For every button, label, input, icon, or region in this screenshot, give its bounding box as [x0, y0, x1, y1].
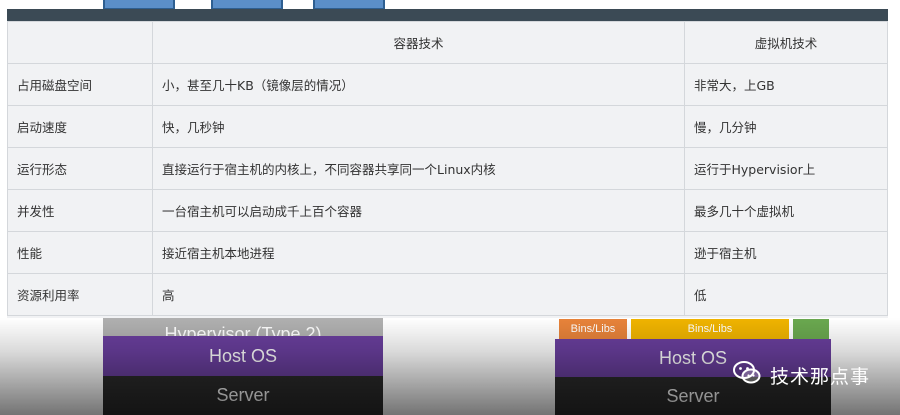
host-os-label: Host OS — [658, 347, 728, 368]
watermark: 技术那点事 — [732, 360, 870, 390]
server-label: Server — [666, 385, 720, 406]
row-label-cell: 并发性 — [7, 189, 153, 232]
container-cell: 接近宿主机本地进程 — [152, 231, 685, 274]
header-cell: 容器技术 — [152, 21, 685, 64]
header-cell — [7, 21, 153, 64]
bins-libs-block: Bins/Libs — [631, 319, 789, 339]
server-label: Server — [216, 385, 270, 405]
row-label-cell: 运行形态 — [7, 147, 153, 190]
row-label-cell: 占用磁盘空间 — [7, 63, 153, 106]
bins-libs-label: Bins/Libs — [570, 323, 616, 335]
vm-cell: 慢，几分钟 — [684, 105, 888, 148]
host-os-layer: Host OS — [103, 336, 383, 376]
table-row: 占用磁盘空间 小，甚至几十KB（镜像层的情况） 非常大，上GB — [7, 63, 888, 106]
watermark-text: 技术那点事 — [769, 365, 870, 388]
vm-cell: 非常大，上GB — [684, 63, 888, 106]
row-label-cell: 资源利用率 — [7, 273, 153, 316]
server-layer: Server — [103, 376, 383, 415]
hypervisor-label: Hypervisor (Type 2) — [164, 324, 322, 336]
table-row: 性能 接近宿主机本地进程 逊于宿主机 — [7, 231, 888, 274]
vm-cell: 运行于Hypervisior上 — [684, 147, 888, 190]
bins-libs-block: Bins/Libs — [559, 319, 627, 339]
header-cell: 虚拟机技术 — [684, 21, 888, 64]
row-label-cell: 性能 — [7, 231, 153, 274]
container-cell: 直接运行于宿主机的内核上，不同容器共享同一个Linux内核 — [152, 147, 685, 190]
host-os-label: Host OS — [208, 345, 278, 366]
container-cell: 一台宿主机可以启动成千上百个容器 — [152, 189, 685, 232]
comparison-table: 容器技术 虚拟机技术 占用磁盘空间 小，甚至几十KB（镜像层的情况） 非常大，上… — [7, 21, 888, 316]
table-row: 启动速度 快，几秒钟 慢，几分钟 — [7, 105, 888, 148]
container-cell: 快，几秒钟 — [152, 105, 685, 148]
vm-cell: 逊于宿主机 — [684, 231, 888, 274]
bins-libs-block — [793, 319, 829, 339]
container-cell: 高 — [152, 273, 685, 316]
table-row: 并发性 一台宿主机可以启动成千上百个容器 最多几十个虚拟机 — [7, 189, 888, 232]
container-cell: 小，甚至几十KB（镜像层的情况） — [152, 63, 685, 106]
bins-libs-label: Bins/Libs — [687, 323, 733, 335]
wechat-icon — [732, 360, 762, 390]
comparison-table-panel: 容器技术 虚拟机技术 占用磁盘空间 小，甚至几十KB（镜像层的情况） 非常大，上… — [7, 9, 888, 318]
vm-cell: 低 — [684, 273, 888, 316]
table-header-row: 容器技术 虚拟机技术 — [7, 21, 888, 64]
table-row: 资源利用率 高 低 — [7, 273, 888, 316]
table-row: 运行形态 直接运行于宿主机的内核上，不同容器共享同一个Linux内核 运行于Hy… — [7, 147, 888, 190]
vm-cell: 最多几十个虚拟机 — [684, 189, 888, 232]
row-label-cell: 启动速度 — [7, 105, 153, 148]
